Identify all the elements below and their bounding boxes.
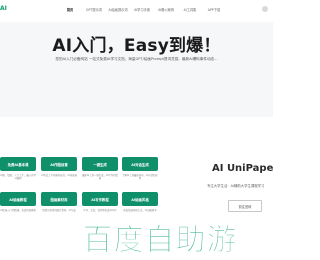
page: AI 首页 GPT提示词 AI绘画提示词 AI学习手册 AI爆火案例 AI工具集… xyxy=(0,0,273,260)
feature-card-desc: 最新AI工具一键生成，AI写作和绘画 xyxy=(82,174,118,181)
nav-item-home[interactable]: 首页 xyxy=(58,7,82,12)
feature-card-button[interactable]: 免费AI基本课 xyxy=(0,157,36,171)
feature-card-button[interactable]: AI绘画教程 xyxy=(0,192,36,206)
feature-card: AI对话生成 了解AI工具最新动向，AI对话和应用 xyxy=(122,157,158,181)
feature-card-button[interactable]: 一键生成 xyxy=(82,157,118,171)
panel-subtitle: 专注大学生活 · AI辅助大学生课程学习 xyxy=(207,184,265,188)
feature-card-button[interactable]: AI对话生成 xyxy=(122,157,158,171)
logo[interactable]: AI xyxy=(0,5,7,12)
feature-card-button[interactable]: AI写作教程 xyxy=(82,192,118,206)
visit-site-button[interactable]: 前往官网 xyxy=(228,200,262,212)
watermark-text: 百度自助游 xyxy=(83,223,238,258)
nav-item-gpt-prompts[interactable]: GPT提示词 xyxy=(82,7,106,12)
feature-card-desc: AI课、绘图、入门上手，最火的学习教程 xyxy=(0,174,36,181)
watermark: 百度自助游 xyxy=(82,223,238,259)
avatar[interactable] xyxy=(262,6,268,12)
nav-item-tools[interactable]: AI工具集 xyxy=(178,7,202,12)
feature-card-desc: 了解AI工具最新动向，AI对话和应用 xyxy=(122,174,158,181)
feature-card-button[interactable]: AI绘画风格 xyxy=(122,192,158,206)
feature-card: AI作图创意 AI作品上手有趣好玩的，AI创意画 xyxy=(41,157,77,177)
feature-card: AI绘画教程 AI绘画入门到精通，各类风格教程 xyxy=(0,192,36,212)
feature-card: AI写作教程 写作、文案、营销等各类AI写作 xyxy=(82,192,118,212)
feature-card-button[interactable]: AI作图创意 xyxy=(41,157,77,171)
nav-item-cases[interactable]: AI爆火案例 xyxy=(154,7,178,12)
hero-title: AI入门，Easy到爆！ xyxy=(52,36,221,56)
feature-card-desc: AI作品上手有趣好玩的，AI创意画 xyxy=(41,174,77,177)
feature-card: 免费AI基本课 AI课、绘图、入门上手，最火的学习教程 xyxy=(0,157,36,181)
nav-item-handbook[interactable]: AI学习手册 xyxy=(130,7,154,12)
header: AI 首页 GPT提示词 AI绘画提示词 AI学习手册 AI爆火案例 AI工具集… xyxy=(0,0,273,22)
feature-card: 一键生成 最新AI工具一键生成，AI写作和绘画 xyxy=(82,157,118,181)
hero-subtitle: 您的AI入门必备网站 一站式免费AI学习文档，海量GPT/绘画Prompt提词灵… xyxy=(55,57,218,61)
panel-title: AI UniPape xyxy=(212,163,273,174)
nav-item-app[interactable]: APP下载 xyxy=(202,7,226,12)
nav-item-drawing-prompts[interactable]: AI绘画提示词 xyxy=(106,7,130,12)
feature-card-button[interactable]: 图画素材库 xyxy=(41,192,77,206)
top-nav: 首页 GPT提示词 AI绘画提示词 AI学习手册 AI爆火案例 AI工具集 AP… xyxy=(58,7,226,12)
feature-card: 图画素材库 免费可商用的图片素材，AI生成 xyxy=(41,192,77,212)
feature-card: AI绘画风格 各类绘画风格汇总，AI出图参考 xyxy=(122,192,158,212)
